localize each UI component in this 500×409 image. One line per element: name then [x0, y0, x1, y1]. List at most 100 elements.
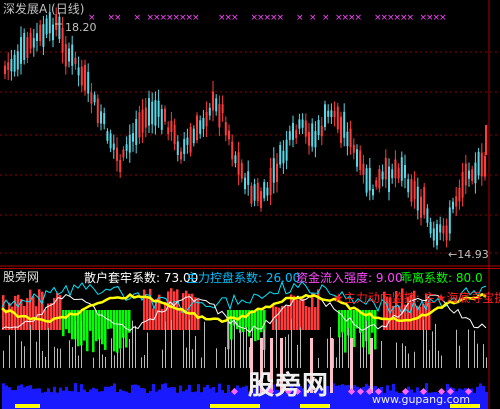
candle-down: [234, 155, 237, 164]
candle-up: [336, 106, 339, 130]
blue-bar: [89, 389, 92, 409]
white-bar: [264, 329, 265, 368]
blue-bar: [482, 386, 485, 409]
white-bar: [105, 356, 106, 368]
white-bar: [441, 355, 442, 368]
white-bar: [21, 341, 22, 368]
candle-down: [208, 107, 211, 116]
white-bar: [9, 335, 10, 368]
red-bar: [299, 297, 302, 330]
coef-main-control: 主力控盘系数: 26.00: [186, 271, 300, 285]
red-bar: [308, 307, 311, 330]
red-bar: [272, 303, 275, 330]
white-bar: [435, 323, 436, 368]
candlestick-chart[interactable]: × ×× × ×××××××× ××× ××××× × × × ×××× ×××××× ××××: [0, 0, 500, 268]
candle-up: [304, 120, 307, 137]
red-bar: [59, 295, 62, 330]
white-bar: [141, 357, 142, 368]
yellow-segment: [15, 404, 40, 408]
white-bar: [423, 319, 424, 368]
blue-bar: [338, 385, 341, 409]
white-bar: [36, 341, 37, 368]
blue-bar: [65, 386, 68, 409]
blue-bar: [167, 387, 170, 409]
candle-up: [164, 108, 166, 122]
blue-bar: [62, 390, 65, 409]
candle-down: [112, 143, 115, 150]
candle-down: [157, 100, 160, 117]
signal-cross: ×: [277, 13, 285, 23]
coef-control-label: 主力控盘系数:: [186, 271, 266, 285]
white-bar: [240, 329, 241, 368]
candle-up: [276, 163, 278, 183]
candle-down: [346, 131, 349, 147]
candle-up: [144, 107, 147, 128]
blue-bar: [206, 384, 209, 409]
main-force-alert: ★主力动向监控: 主★海底寻宝提: [333, 291, 500, 305]
candle-up: [260, 191, 262, 208]
candle-up: [461, 171, 464, 198]
candle-down: [132, 133, 134, 142]
white-bar: [189, 319, 190, 368]
candle-down: [282, 150, 285, 164]
blue-bar: [152, 383, 155, 409]
white-bar: [111, 338, 112, 368]
candle-down: [32, 38, 35, 48]
red-bar: [23, 305, 26, 330]
candle-down: [125, 144, 128, 151]
white-bar: [474, 330, 475, 368]
green-bar: [242, 310, 245, 333]
candle-up: [340, 116, 342, 144]
white-bar: [144, 355, 145, 368]
white-bar: [429, 350, 430, 368]
blue-bar: [161, 384, 164, 409]
white-bar: [123, 333, 124, 368]
candle-down: [439, 224, 442, 233]
white-bar: [318, 357, 319, 368]
candle-down: [23, 32, 26, 61]
white-bar: [276, 319, 277, 368]
signal-cross: ×: [134, 13, 142, 23]
green-bar: [341, 310, 344, 333]
blue-bar: [353, 385, 356, 409]
blue-bar: [95, 388, 98, 409]
red-bar: [26, 298, 29, 330]
blue-bar: [101, 391, 104, 409]
white-bar: [81, 321, 82, 368]
red-bar: [311, 293, 314, 330]
coef-deviation-value: 80.0: [455, 271, 483, 285]
white-bar: [459, 345, 460, 368]
candle-up: [189, 126, 192, 153]
candle-down: [388, 166, 390, 193]
green-bar: [86, 310, 89, 352]
blue-bar: [137, 385, 140, 409]
app-window: × × × × × × × × × × × × × × × × × × × × × × × × × × × × × × × × × × × × × 深发…: [0, 0, 500, 409]
white-bar: [99, 337, 100, 368]
red-bar: [50, 303, 53, 330]
candle-up: [167, 127, 170, 135]
candle-up: [7, 62, 10, 71]
candle-down: [266, 187, 269, 196]
blue-bar: [47, 388, 50, 409]
candle-up: [413, 180, 416, 200]
green-bar: [92, 310, 95, 353]
candle-down: [20, 37, 22, 64]
blue-bar: [203, 387, 206, 409]
blue-bar: [122, 390, 125, 409]
candle-up: [471, 169, 474, 182]
candle-up: [237, 152, 240, 175]
blue-bar: [485, 391, 488, 409]
white-bar: [360, 331, 361, 368]
candle-up: [64, 44, 67, 67]
blue-bar: [50, 392, 53, 409]
coef-retail-trapped: 散户套牢系数: 73.00: [84, 271, 198, 285]
candle-down: [109, 133, 112, 149]
white-bar: [297, 344, 298, 368]
yellow-segment: [210, 404, 260, 408]
green-bar: [83, 310, 86, 341]
candle-up: [116, 147, 118, 162]
white-bar: [231, 318, 232, 368]
green-bar: [122, 310, 125, 338]
blue-bar: [164, 383, 167, 409]
green-bar: [95, 310, 98, 342]
